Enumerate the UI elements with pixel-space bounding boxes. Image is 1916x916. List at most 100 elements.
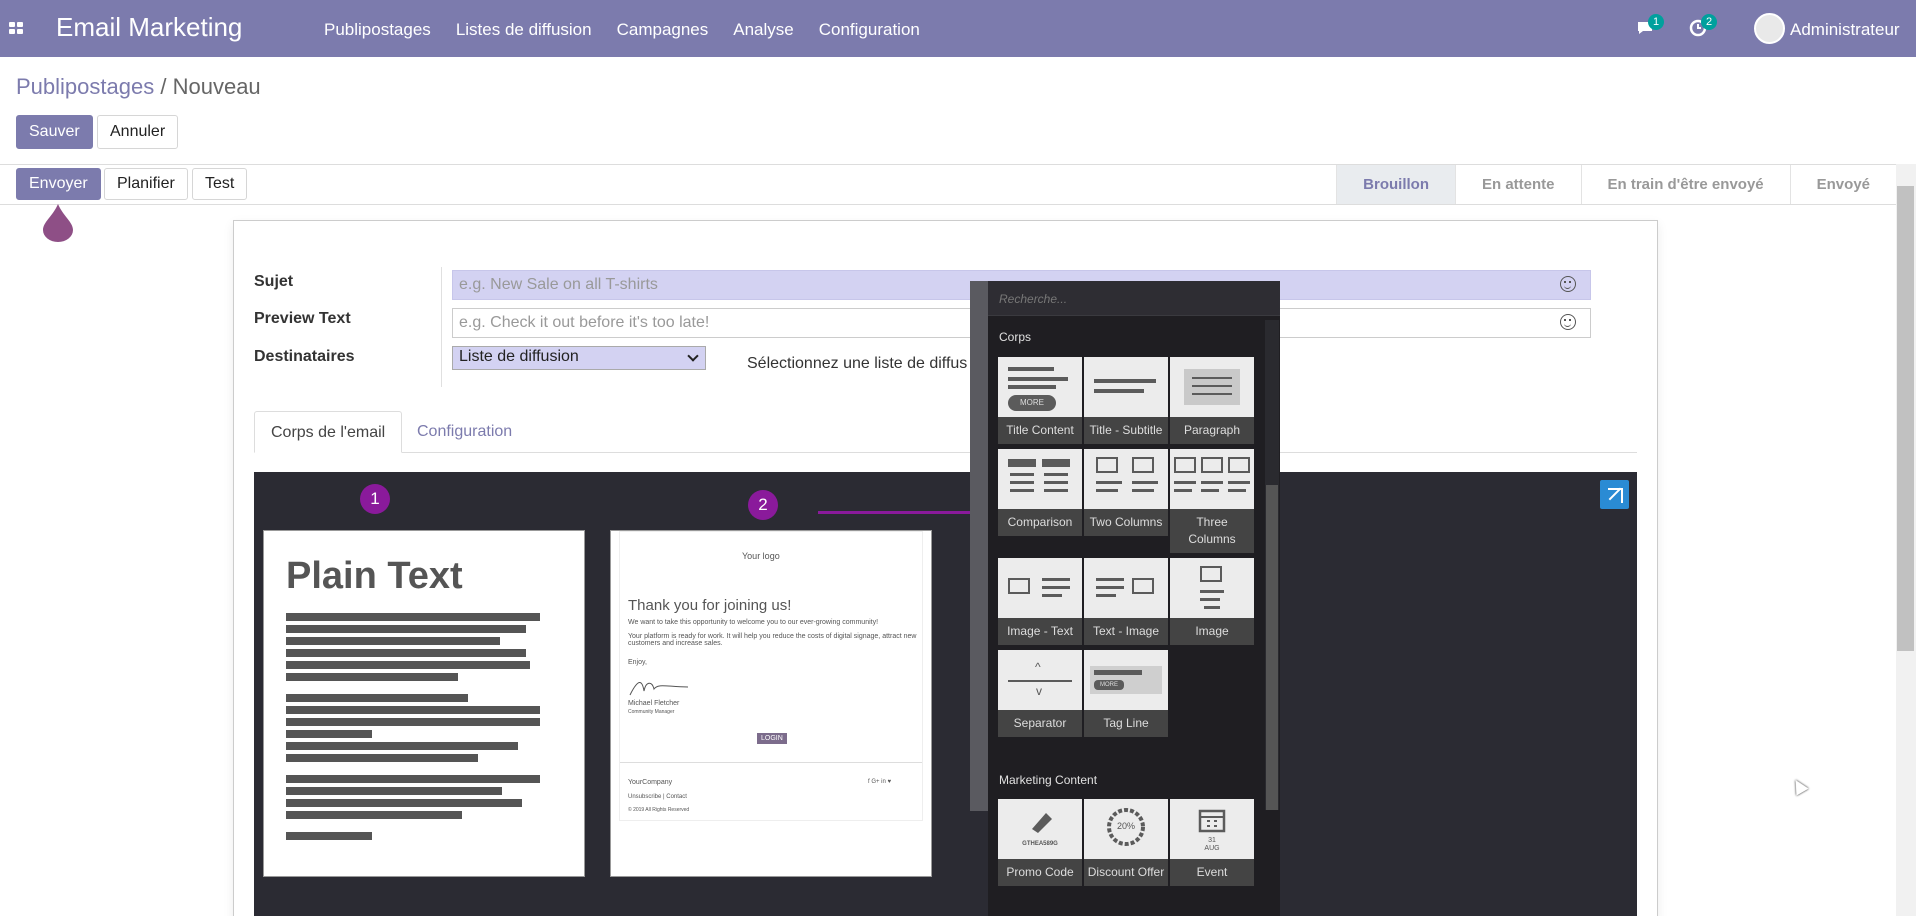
breadcrumb-current: Nouveau bbox=[172, 74, 261, 99]
stage-draft[interactable]: Brouillon bbox=[1336, 165, 1455, 204]
snippet-event[interactable]: 31 AUG Event bbox=[1170, 799, 1254, 886]
stage-queued[interactable]: En attente bbox=[1455, 165, 1581, 204]
welcome-enjoy: Enjoy, bbox=[628, 659, 647, 666]
send-button[interactable]: Envoyer bbox=[16, 168, 101, 200]
snippet-text-image[interactable]: Text - Image bbox=[1084, 558, 1168, 645]
preview-text-label: Preview Text bbox=[254, 310, 351, 327]
welcome-heading: Thank you for joining us! bbox=[628, 597, 792, 614]
snippet-label: Promo Code bbox=[1006, 865, 1074, 879]
footer-links: Unsubscribe | Contact bbox=[628, 794, 687, 800]
tab-configuration[interactable]: Configuration bbox=[401, 411, 528, 453]
section-marketing: Marketing Content bbox=[999, 773, 1098, 787]
messages-icon[interactable]: 1 bbox=[1636, 14, 1664, 38]
welcome-line2: Your platform is ready for work. It will… bbox=[628, 633, 917, 647]
menu-listes-diffusion[interactable]: Listes de diffusion bbox=[456, 20, 592, 40]
snippet-paragraph[interactable]: Paragraph bbox=[1170, 357, 1254, 444]
stage-sending[interactable]: En train d'être envoyé bbox=[1580, 165, 1790, 204]
discount-percent: 20% bbox=[1116, 821, 1135, 831]
snippet-two-columns[interactable]: Two Columns bbox=[1084, 449, 1168, 536]
snippet-label: Image bbox=[1195, 624, 1229, 638]
snippet-image-text[interactable]: Image - Text bbox=[998, 558, 1082, 645]
tab-email-body[interactable]: Corps de l'email bbox=[254, 411, 403, 453]
breadcrumb-parent[interactable]: Publipostages bbox=[16, 74, 154, 99]
snippet-image[interactable]: Image bbox=[1170, 558, 1254, 645]
snippet-comparison[interactable]: Comparison bbox=[998, 449, 1082, 536]
top-navbar: Email Marketing Publipostages Listes de … bbox=[0, 0, 1916, 57]
discard-button[interactable]: Annuler bbox=[97, 115, 179, 149]
section-body: Corps bbox=[999, 330, 1032, 344]
login-button: LOGIN bbox=[757, 733, 787, 744]
emoji-icon[interactable] bbox=[1560, 314, 1576, 330]
company-name: YourCompany bbox=[628, 779, 673, 786]
snippet-label: Tag Line bbox=[1103, 716, 1149, 730]
stage-pipeline: Brouillon En attente En train d'être env… bbox=[1336, 165, 1896, 204]
snippet-title-content[interactable]: MORE Title Content bbox=[998, 357, 1082, 444]
recipients-label: Destinataires bbox=[254, 348, 355, 365]
more-label: MORE bbox=[1008, 395, 1056, 411]
snippet-title-subtitle[interactable]: Title - Subtitle bbox=[1084, 357, 1168, 444]
snippet-three-columns[interactable]: Three Columns bbox=[1170, 449, 1254, 553]
breadcrumb: Publipostages / Nouveau bbox=[16, 74, 261, 100]
activities-clock-icon[interactable]: 2 bbox=[1689, 14, 1717, 38]
breadcrumb-separator: / bbox=[160, 74, 167, 99]
snippet-label: Text - Image bbox=[1092, 624, 1160, 638]
fullscreen-expand-icon[interactable] bbox=[1600, 480, 1629, 509]
emoji-icon[interactable] bbox=[1560, 276, 1576, 292]
subject-placeholder: e.g. New Sale on all T-shirts bbox=[459, 276, 658, 293]
menu-configuration[interactable]: Configuration bbox=[819, 20, 920, 40]
snippet-label: Paragraph bbox=[1183, 423, 1241, 437]
save-button[interactable]: Sauver bbox=[16, 115, 93, 149]
snippet-label: Title Content bbox=[1006, 423, 1074, 437]
test-button[interactable]: Test bbox=[192, 168, 248, 200]
snippet-label: Title - Subtitle bbox=[1089, 423, 1163, 437]
menu-publipostages[interactable]: Publipostages bbox=[324, 20, 431, 40]
welcome-line1: We want to take this opportunity to welc… bbox=[628, 619, 879, 626]
page-scrollbar-thumb[interactable] bbox=[1897, 186, 1914, 651]
menu-campagnes[interactable]: Campagnes bbox=[617, 20, 709, 40]
snippet-separator[interactable]: ^ v Separator bbox=[998, 650, 1082, 737]
mouse-cursor-icon bbox=[1789, 776, 1809, 796]
stage-sent[interactable]: Envoyé bbox=[1789, 165, 1896, 204]
more-label: MORE bbox=[1094, 680, 1124, 690]
signer-name: Michael Fletcher bbox=[628, 700, 680, 707]
snippet-search-input[interactable]: Recherche... bbox=[988, 281, 1280, 316]
apps-grid-icon[interactable] bbox=[9, 22, 23, 34]
schedule-button[interactable]: Planifier bbox=[104, 168, 188, 200]
snippet-discount-offer[interactable]: 20% Discount Offer bbox=[1084, 799, 1168, 886]
template-welcome[interactable]: Your logo Thank you for joining us! We w… bbox=[611, 531, 931, 876]
user-avatar[interactable] bbox=[1754, 13, 1785, 44]
snippet-label: Two Columns bbox=[1089, 515, 1163, 529]
social-icons: f G+ in ♥ bbox=[868, 779, 892, 785]
copyright: © 2019 All Rights Reserved bbox=[628, 807, 690, 813]
snippet-label: Comparison bbox=[1007, 515, 1073, 529]
marker-2: 2 bbox=[748, 490, 778, 520]
snippet-label: Separator bbox=[1013, 716, 1067, 730]
drop-marker-icon bbox=[43, 204, 73, 242]
chevron-down-icon bbox=[687, 350, 699, 362]
snippet-scrollbar-thumb[interactable] bbox=[1266, 485, 1278, 810]
snippet-label: Discount Offer bbox=[1087, 865, 1165, 879]
user-menu[interactable]: Administrateur bbox=[1790, 20, 1900, 40]
menu-analyse[interactable]: Analyse bbox=[733, 20, 793, 40]
app-title: Email Marketing bbox=[56, 12, 243, 42]
label-divider bbox=[441, 267, 442, 387]
plain-text-title: Plain Text bbox=[286, 555, 463, 597]
template-plain-text[interactable]: Plain Text bbox=[264, 531, 584, 876]
your-logo: Your logo bbox=[742, 551, 780, 561]
snippet-label: Event bbox=[1196, 865, 1228, 879]
messages-badge: 1 bbox=[1648, 14, 1664, 30]
snippet-label: Three Columns bbox=[1188, 515, 1236, 546]
preview-placeholder: e.g. Check it out before it's too late! bbox=[459, 314, 710, 331]
event-month: AUG bbox=[1204, 845, 1220, 852]
snippet-tag-line[interactable]: MORE Tag Line bbox=[1084, 650, 1168, 737]
welcome-preview: Your logo Thank you for joining us! We w… bbox=[619, 531, 923, 821]
recipients-hint: Sélectionnez une liste de diffus bbox=[747, 355, 967, 372]
marker-1: 1 bbox=[360, 484, 390, 514]
signer-role: Community Manager bbox=[628, 709, 675, 715]
signature-image bbox=[629, 682, 689, 696]
event-day: 31 bbox=[1208, 837, 1216, 844]
promo-code-text: GTHEA589G bbox=[1022, 841, 1058, 847]
snippet-promo-code[interactable]: GTHEA589G Promo Code bbox=[998, 799, 1082, 886]
recipients-select[interactable]: Liste de diffusion bbox=[452, 346, 706, 370]
notebook-tabs: Corps de l'email Configuration bbox=[254, 411, 1637, 453]
